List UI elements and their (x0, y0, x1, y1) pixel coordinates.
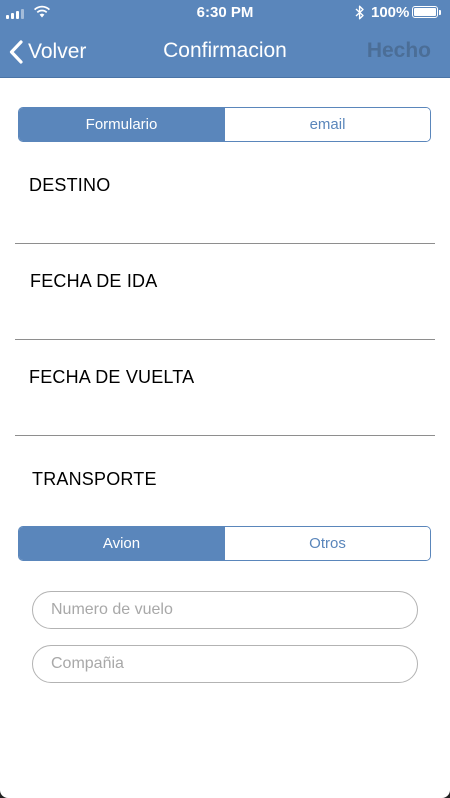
done-button[interactable]: Hecho (367, 39, 431, 63)
destino-label: DESTINO (29, 175, 111, 195)
transport-segmented-control: Avion Otros (18, 526, 431, 561)
segment-formulario[interactable]: Formulario (19, 108, 224, 141)
status-bar: 6:30 PM 100% (0, 0, 450, 26)
segment-email[interactable]: email (224, 108, 430, 141)
company-input[interactable] (32, 645, 418, 683)
fecha-vuelta-label: FECHA DE VUELTA (29, 367, 195, 387)
battery-icon (412, 6, 438, 18)
mode-segmented-control: Formulario email (18, 107, 431, 142)
flight-number-input[interactable] (32, 591, 418, 629)
transporte-label: TRANSPORTE (32, 469, 157, 489)
back-label: Volver (28, 40, 87, 63)
separator (15, 435, 435, 436)
battery-tip (439, 10, 441, 15)
segment-otros[interactable]: Otros (224, 527, 430, 560)
back-button[interactable]: Volver (8, 36, 86, 68)
header: 6:30 PM 100% Volver Confirmacion Hecho (0, 0, 450, 78)
nav-bar: Volver Confirmacion Hecho (0, 26, 450, 77)
chevron-left-icon (9, 40, 23, 64)
screen: 6:30 PM 100% Volver Confirmacion Hecho F… (0, 0, 450, 798)
battery-percent: 100% (371, 4, 410, 21)
separator (15, 339, 435, 340)
segment-avion[interactable]: Avion (19, 527, 224, 560)
fecha-ida-label: FECHA DE IDA (30, 271, 158, 291)
separator (15, 243, 435, 244)
bluetooth-icon (355, 5, 364, 20)
